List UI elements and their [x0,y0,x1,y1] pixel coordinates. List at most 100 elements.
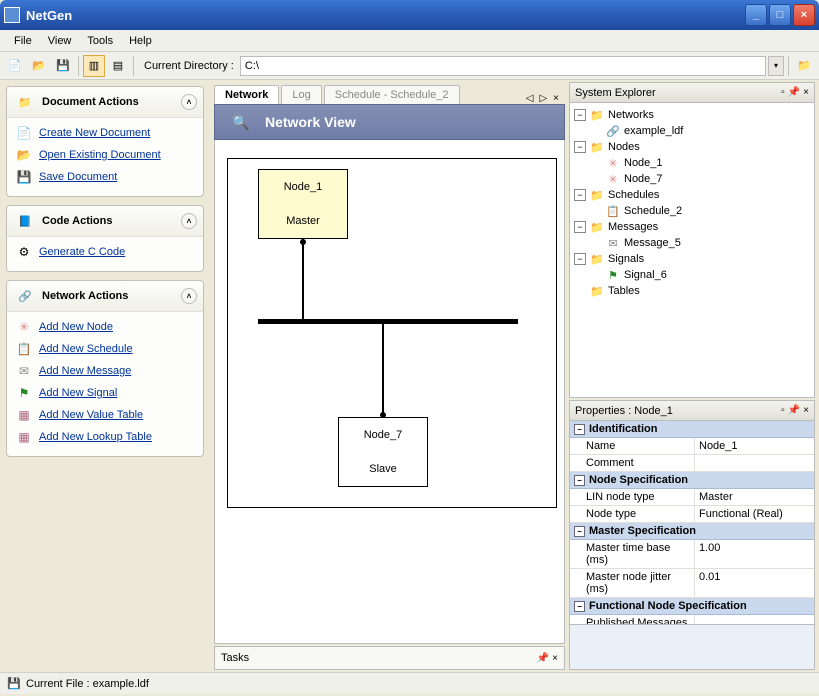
prop-row-lin-type[interactable]: LIN node typeMaster [570,489,814,506]
prop-row-master-jitter[interactable]: Master node jitter (ms)0.01 [570,569,814,598]
system-explorer-pane: System Explorer ▫📌× −📁Networks 🔗example_… [569,82,815,398]
network-icon: 🔗 [13,286,37,306]
app-icon [4,7,20,23]
network-actions-title: Network Actions [42,290,181,302]
node-icon: ✳ [605,156,621,170]
properties-title: Properties : Node_1 [575,405,781,417]
pane-close[interactable]: × [803,87,809,98]
menu-view[interactable]: View [40,33,80,49]
collapse-icon[interactable]: − [574,526,585,537]
save-doc-button[interactable]: 💾 [52,55,74,77]
prop-cat-funcspec[interactable]: −Functional Node Specification [570,598,814,615]
tasks-pin[interactable]: 📌 [537,653,549,664]
tree-schedules[interactable]: −📁Schedules [572,187,812,203]
prop-row-node-type[interactable]: Node typeFunctional (Real) [570,506,814,523]
tree-messages[interactable]: −📁Messages [572,219,812,235]
pane-pin[interactable]: 📌 [788,405,800,416]
toolbar-separator [78,56,79,76]
properties-pane: Properties : Node_1 ▫📌× −Identification … [569,400,815,670]
prop-cat-identification[interactable]: −Identification [570,421,814,438]
collapse-icon[interactable]: − [574,424,585,435]
collapse-button[interactable]: ˄ [181,94,197,110]
bus-line [258,319,518,324]
collapse-button[interactable]: ˄ [181,213,197,229]
status-bar: 💾 Current File : example.ldf [0,672,819,694]
save-document[interactable]: 💾Save Document [13,166,197,188]
prop-row-name[interactable]: NameNode_1 [570,438,814,455]
title-bar: NetGen _ □ × [0,0,819,30]
add-new-message[interactable]: ✉Add New Message [13,360,197,382]
tree-toggle[interactable]: − [574,221,586,233]
pane-window-pos[interactable]: ▫ [781,87,785,98]
add-new-lookup-table[interactable]: ▦Add New Lookup Table [13,426,197,448]
current-dir-input[interactable] [240,56,766,76]
folder-icon: 📁 [589,140,605,154]
tree-node-1[interactable]: ✳Node_1 [572,155,812,171]
tree-toggle[interactable]: − [574,109,586,121]
current-dir-dropdown[interactable]: ▾ [768,56,784,76]
add-new-signal[interactable]: ⚑Add New Signal [13,382,197,404]
pane-close[interactable]: × [803,405,809,416]
collapse-icon[interactable]: − [574,601,585,612]
tasks-close[interactable]: × [552,653,558,664]
node-icon: ✳ [605,172,621,186]
layout-button-1[interactable]: ▥ [83,55,105,77]
lookup-table-icon: ▦ [15,429,33,445]
tab-next[interactable]: ▷ [537,93,549,104]
message-icon: ✉ [605,236,621,250]
minimize-button[interactable]: _ [745,4,767,26]
property-description [570,624,814,669]
layout-button-2[interactable]: ▤ [107,55,129,77]
tab-log[interactable]: Log [281,85,321,104]
diagram-node-slave[interactable]: Node_7 Slave [338,417,428,487]
add-new-schedule[interactable]: 📋Add New Schedule [13,338,197,360]
tab-network[interactable]: Network [214,85,279,104]
tree-tables[interactable]: 📁Tables [572,283,812,299]
prop-row-master-timebase[interactable]: Master time base (ms)1.00 [570,540,814,569]
tab-prev[interactable]: ◁ [524,93,536,104]
tree-nodes[interactable]: −📁Nodes [572,139,812,155]
menu-help[interactable]: Help [121,33,160,49]
collapse-icon[interactable]: − [574,475,585,486]
diagram-frame: Node_1 Master Node_7 Slave [227,158,557,508]
open-doc-button[interactable]: 📂 [28,55,50,77]
tree-message-5[interactable]: ✉Message_5 [572,235,812,251]
network-view-icon: 🔍 [225,108,257,136]
browse-button[interactable]: 📁 [793,55,815,77]
diagram-node-master[interactable]: Node_1 Master [258,169,348,239]
view-title: Network View [265,114,356,130]
tree-example-ldf[interactable]: 🔗example_ldf [572,123,812,139]
close-button[interactable]: × [793,4,815,26]
collapse-button[interactable]: ˄ [181,288,197,304]
connector-line [302,239,304,319]
prop-row-published[interactable]: Published Messages [570,615,814,624]
tab-schedule[interactable]: Schedule - Schedule_2 [324,85,460,104]
pane-window-pos[interactable]: ▫ [781,405,785,416]
pane-pin[interactable]: 📌 [788,87,800,98]
open-existing-document[interactable]: 📂Open Existing Document [13,144,197,166]
diagram-area[interactable]: Node_1 Master Node_7 Slave [214,140,565,644]
prop-cat-masterspec[interactable]: −Master Specification [570,523,814,540]
save-icon: 💾 [15,169,33,185]
tree-networks[interactable]: −📁Networks [572,107,812,123]
maximize-button[interactable]: □ [769,4,791,26]
tree-toggle[interactable]: − [574,189,586,201]
tree-signal-6[interactable]: ⚑Signal_6 [572,267,812,283]
tree-toggle[interactable]: − [574,141,586,153]
prop-cat-nodespec[interactable]: −Node Specification [570,472,814,489]
prop-row-comment[interactable]: Comment [570,455,814,472]
tree-toggle[interactable]: − [574,253,586,265]
add-new-node[interactable]: ✳Add New Node [13,316,197,338]
new-doc-button[interactable]: 📄 [4,55,26,77]
menu-file[interactable]: File [6,33,40,49]
folder-icon: 📁 [589,220,605,234]
tab-close[interactable]: × [551,93,561,104]
tree-node-7[interactable]: ✳Node_7 [572,171,812,187]
create-new-document[interactable]: 📄Create New Document [13,122,197,144]
menu-tools[interactable]: Tools [79,33,121,49]
tree-signals[interactable]: −📁Signals [572,251,812,267]
tree-schedule-2[interactable]: 📋Schedule_2 [572,203,812,219]
add-new-value-table[interactable]: ▦Add New Value Table [13,404,197,426]
document-actions-title: Document Actions [42,96,181,108]
generate-c-code[interactable]: ⚙Generate C Code [13,241,197,263]
